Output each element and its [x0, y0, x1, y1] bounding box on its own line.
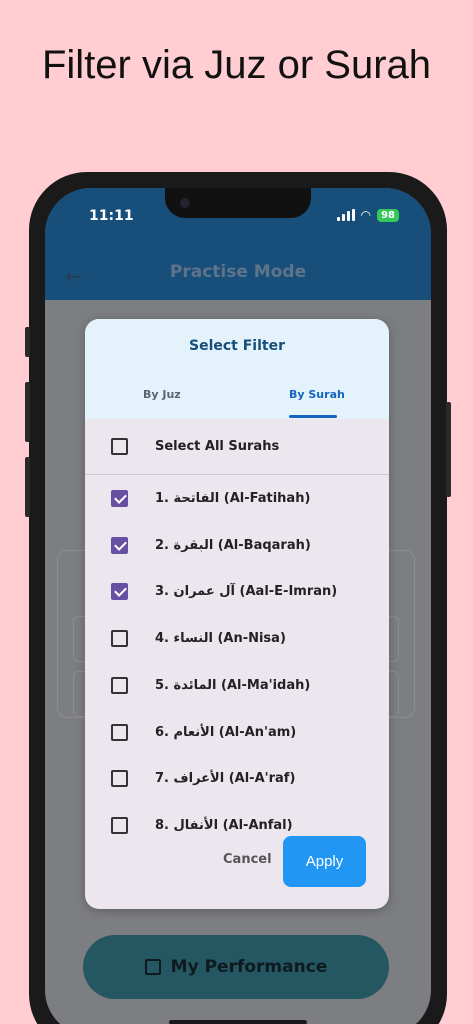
surah-checkbox[interactable] [111, 490, 128, 507]
tab-by-juz[interactable]: By Juz [143, 388, 181, 401]
app-title: Practise Mode [169, 262, 307, 282]
list-divider [85, 474, 389, 475]
home-indicator [169, 1020, 307, 1024]
surah-row[interactable]: 5. المائدة (Al-Ma'idah) [85, 667, 389, 707]
surah-row[interactable]: 6. الأنعام (Al-An'am) [85, 714, 389, 754]
surah-row[interactable]: 4. النساء (An-Nisa) [85, 620, 389, 660]
active-tab-indicator [289, 415, 337, 418]
phone-volume-down [25, 457, 30, 517]
select-filter-dialog: Select Filter By Juz By Surah Select All… [85, 319, 389, 909]
phone-power-button [446, 402, 451, 497]
my-performance-button[interactable]: My Performance [83, 935, 389, 999]
surah-label: 3. آل عمران (Aal-E-Imran) [155, 584, 338, 599]
surah-row[interactable]: 3. آل عمران (Aal-E-Imran) [85, 573, 389, 613]
apply-button[interactable]: Apply [283, 836, 366, 887]
select-all-row[interactable]: Select All Surahs [85, 428, 389, 468]
surah-checkbox[interactable] [111, 537, 128, 554]
surah-label: 7. الأعراف (Al-A'raf) [155, 771, 296, 786]
bar-chart-icon [144, 959, 161, 975]
front-camera [180, 198, 190, 208]
wifi-icon: ◠ [360, 208, 372, 222]
battery-icon: 98 [377, 208, 399, 222]
surah-checkbox[interactable] [111, 817, 128, 834]
surah-label: 2. البقرة (Al-Baqarah) [155, 538, 311, 553]
select-all-label: Select All Surahs [155, 439, 280, 454]
surah-checkbox[interactable] [111, 770, 128, 787]
signal-icon [336, 209, 355, 221]
select-all-checkbox[interactable] [111, 438, 128, 455]
tab-by-surah[interactable]: By Surah [289, 388, 345, 401]
app-bar: 11:11 ◠ 98 ← Practise Mode [45, 188, 431, 300]
cancel-button[interactable]: Cancel [223, 852, 272, 867]
surah-row[interactable]: 2. البقرة (Al-Baqarah) [85, 527, 389, 567]
surah-label: 4. النساء (An-Nisa) [155, 631, 286, 646]
surah-label: 1. الفاتحة (Al-Fatihah) [155, 491, 311, 506]
surah-label: 8. الأنفال (Al-Anfal) [155, 818, 293, 833]
phone-side-button [25, 327, 30, 357]
dialog-title: Select Filter [189, 338, 285, 354]
status-icons: ◠ 98 [336, 208, 399, 222]
phone-volume-up [25, 382, 30, 442]
status-time: 11:11 [89, 208, 134, 224]
surah-label: 6. الأنعام (Al-An'am) [155, 725, 297, 740]
my-performance-label: My Performance [170, 957, 328, 977]
surah-checkbox[interactable] [111, 583, 128, 600]
promo-headline: Filter via Juz or Surah [41, 43, 432, 87]
surah-checkbox[interactable] [111, 630, 128, 647]
surah-row[interactable]: 1. الفاتحة (Al-Fatihah) [85, 480, 389, 520]
surah-checkbox[interactable] [111, 677, 128, 694]
surah-checkbox[interactable] [111, 724, 128, 741]
dialog-header: Select Filter By Juz By Surah [85, 319, 389, 419]
surah-row[interactable]: 7. الأعراف (Al-A'raf) [85, 760, 389, 800]
surah-label: 5. المائدة (Al-Ma'idah) [155, 678, 311, 693]
